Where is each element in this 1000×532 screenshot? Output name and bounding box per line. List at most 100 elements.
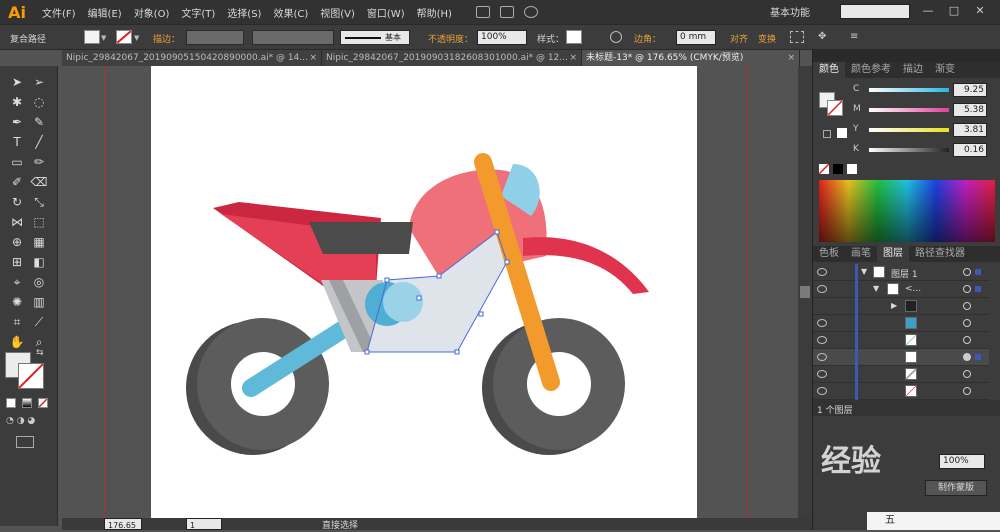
- expand-icon[interactable]: ▶: [891, 301, 897, 310]
- magenta-slider[interactable]: [869, 108, 949, 112]
- layer-row[interactable]: [813, 315, 989, 332]
- web-safe-swatch[interactable]: [837, 128, 847, 138]
- chevron-down-icon[interactable]: ▼: [134, 34, 139, 42]
- tab-swatches[interactable]: 色板: [813, 246, 845, 262]
- tab-layers[interactable]: 图层: [877, 246, 909, 262]
- visibility-eye-icon[interactable]: [817, 319, 827, 327]
- gradient-tool-icon[interactable]: ◧: [30, 254, 48, 270]
- bridge-icon[interactable]: [475, 6, 490, 18]
- panel-dock-header[interactable]: [813, 50, 1000, 62]
- pencil-tool-icon[interactable]: ✐: [8, 174, 26, 190]
- menu-file[interactable]: 文件(F): [36, 5, 82, 20]
- direct-selection-tool-icon[interactable]: ➢: [30, 74, 48, 90]
- artboard-number-field[interactable]: 1: [186, 518, 222, 530]
- tab-color[interactable]: 颜色: [813, 62, 845, 78]
- tab-stroke[interactable]: 描边: [897, 62, 929, 78]
- graph-tool-icon[interactable]: ▥: [30, 294, 48, 310]
- menu-select[interactable]: 选择(S): [221, 5, 267, 20]
- rotate-tool-icon[interactable]: ↻: [8, 194, 26, 210]
- lasso-icon[interactable]: ◌: [30, 94, 48, 110]
- canvas-area[interactable]: [62, 66, 798, 518]
- layer-row-group[interactable]: ▼ <...: [813, 281, 989, 298]
- stroke-swatch[interactable]: [116, 30, 132, 44]
- stroke-color-box[interactable]: [18, 363, 44, 389]
- tab-document-active[interactable]: 未标题-13* @ 176.65% (CMYK/预览) ×: [582, 50, 800, 66]
- layer-row-selected[interactable]: [813, 349, 989, 366]
- layer-row[interactable]: ▶: [813, 298, 989, 315]
- line-tool-icon[interactable]: ╱: [30, 134, 48, 150]
- eraser-icon[interactable]: ⌫: [30, 174, 48, 190]
- perspective-grid-icon[interactable]: ▦: [30, 234, 48, 250]
- overlay-opacity-field[interactable]: 100%: [939, 454, 985, 469]
- color-mode-icon[interactable]: [6, 398, 16, 408]
- corner-field[interactable]: 0 mm: [676, 30, 716, 45]
- paintbrush-icon[interactable]: ✏: [30, 154, 48, 170]
- panel-menu-icon[interactable]: ≡: [850, 31, 864, 43]
- tab-pathfinder[interactable]: 路径查找器: [909, 246, 971, 262]
- black-slider[interactable]: [869, 148, 949, 152]
- menu-window[interactable]: 窗口(W): [361, 5, 411, 20]
- color-spectrum[interactable]: [819, 180, 995, 242]
- visibility-eye-icon[interactable]: [817, 268, 827, 276]
- menu-view[interactable]: 视图(V): [314, 5, 361, 20]
- tab-brushes[interactable]: 画笔: [845, 246, 877, 262]
- brush-style-dropdown[interactable]: 基本: [340, 30, 410, 45]
- selection-tool-icon[interactable]: ➤: [8, 74, 26, 90]
- drawing-modes-icon[interactable]: ◔ ◑ ◕: [6, 416, 52, 426]
- layer-row[interactable]: [813, 383, 989, 400]
- isolate-icon[interactable]: [790, 31, 804, 43]
- close-icon[interactable]: ×: [569, 50, 577, 66]
- shape-builder-icon[interactable]: ⊕: [8, 234, 26, 250]
- target-icon[interactable]: [963, 319, 971, 327]
- black-value[interactable]: 0.16: [953, 143, 987, 157]
- layer-row[interactable]: [813, 366, 989, 383]
- expand-icon[interactable]: ▼: [873, 284, 879, 293]
- swap-colors-icon[interactable]: ⇆: [36, 348, 44, 358]
- white-swatch[interactable]: [847, 164, 857, 174]
- corner-label[interactable]: 边角：: [634, 32, 661, 45]
- gpu-performance-icon[interactable]: [523, 6, 538, 18]
- magic-wand-icon[interactable]: ✱: [8, 94, 26, 110]
- tab-gradient[interactable]: 渐变: [929, 62, 961, 78]
- free-transform-icon[interactable]: ⬚: [30, 214, 48, 230]
- artboard[interactable]: [151, 66, 697, 518]
- artboard-tool-icon[interactable]: ⌗: [8, 314, 26, 330]
- mesh-tool-icon[interactable]: ⊞: [8, 254, 26, 270]
- shape-options-icon[interactable]: ✥: [818, 31, 832, 43]
- out-of-gamut-icon[interactable]: [823, 130, 831, 138]
- cyan-slider[interactable]: [869, 88, 949, 92]
- menu-help[interactable]: 帮助(H): [411, 5, 458, 20]
- tab-color-guide[interactable]: 颜色参考: [845, 62, 897, 78]
- close-icon[interactable]: ✕: [972, 4, 988, 18]
- transform-link[interactable]: 变换: [758, 32, 776, 45]
- layer-name[interactable]: 图层 1: [891, 267, 918, 280]
- ime-toolbar[interactable]: 五: [867, 512, 1000, 530]
- group-name[interactable]: <...: [905, 284, 921, 294]
- visibility-eye-icon[interactable]: [817, 336, 827, 344]
- gradient-mode-icon[interactable]: [22, 398, 32, 408]
- opacity-label[interactable]: 不透明度：: [428, 32, 473, 45]
- magenta-value[interactable]: 5.38: [953, 103, 987, 117]
- target-icon[interactable]: [963, 387, 971, 395]
- chevron-down-icon[interactable]: ▼: [101, 34, 106, 42]
- target-icon[interactable]: [963, 302, 971, 310]
- menu-type[interactable]: 文字(T): [175, 5, 221, 20]
- yellow-value[interactable]: 3.81: [953, 123, 987, 137]
- menu-edit[interactable]: 编辑(E): [82, 5, 128, 20]
- slice-tool-icon[interactable]: ⟋: [30, 314, 48, 330]
- rectangle-tool-icon[interactable]: ▭: [8, 154, 26, 170]
- yellow-slider[interactable]: [869, 128, 949, 132]
- visibility-eye-icon[interactable]: [817, 285, 827, 293]
- close-icon[interactable]: ×: [787, 50, 795, 66]
- scale-tool-icon[interactable]: ⤡: [30, 194, 48, 210]
- menu-effect[interactable]: 效果(C): [267, 5, 314, 20]
- hand-tool-icon[interactable]: ✋: [8, 334, 26, 350]
- arrange-documents-icon[interactable]: [499, 6, 514, 18]
- recolor-icon[interactable]: [610, 31, 622, 43]
- visibility-eye-icon[interactable]: [817, 370, 827, 378]
- layer-row[interactable]: [813, 332, 989, 349]
- color-stroke-box[interactable]: [827, 100, 843, 116]
- zoom-field[interactable]: 176.65: [104, 518, 142, 530]
- tab-document-1[interactable]: Nipic_29842067_20190905150420890000.ai* …: [62, 50, 322, 66]
- none-mode-icon[interactable]: [38, 398, 48, 408]
